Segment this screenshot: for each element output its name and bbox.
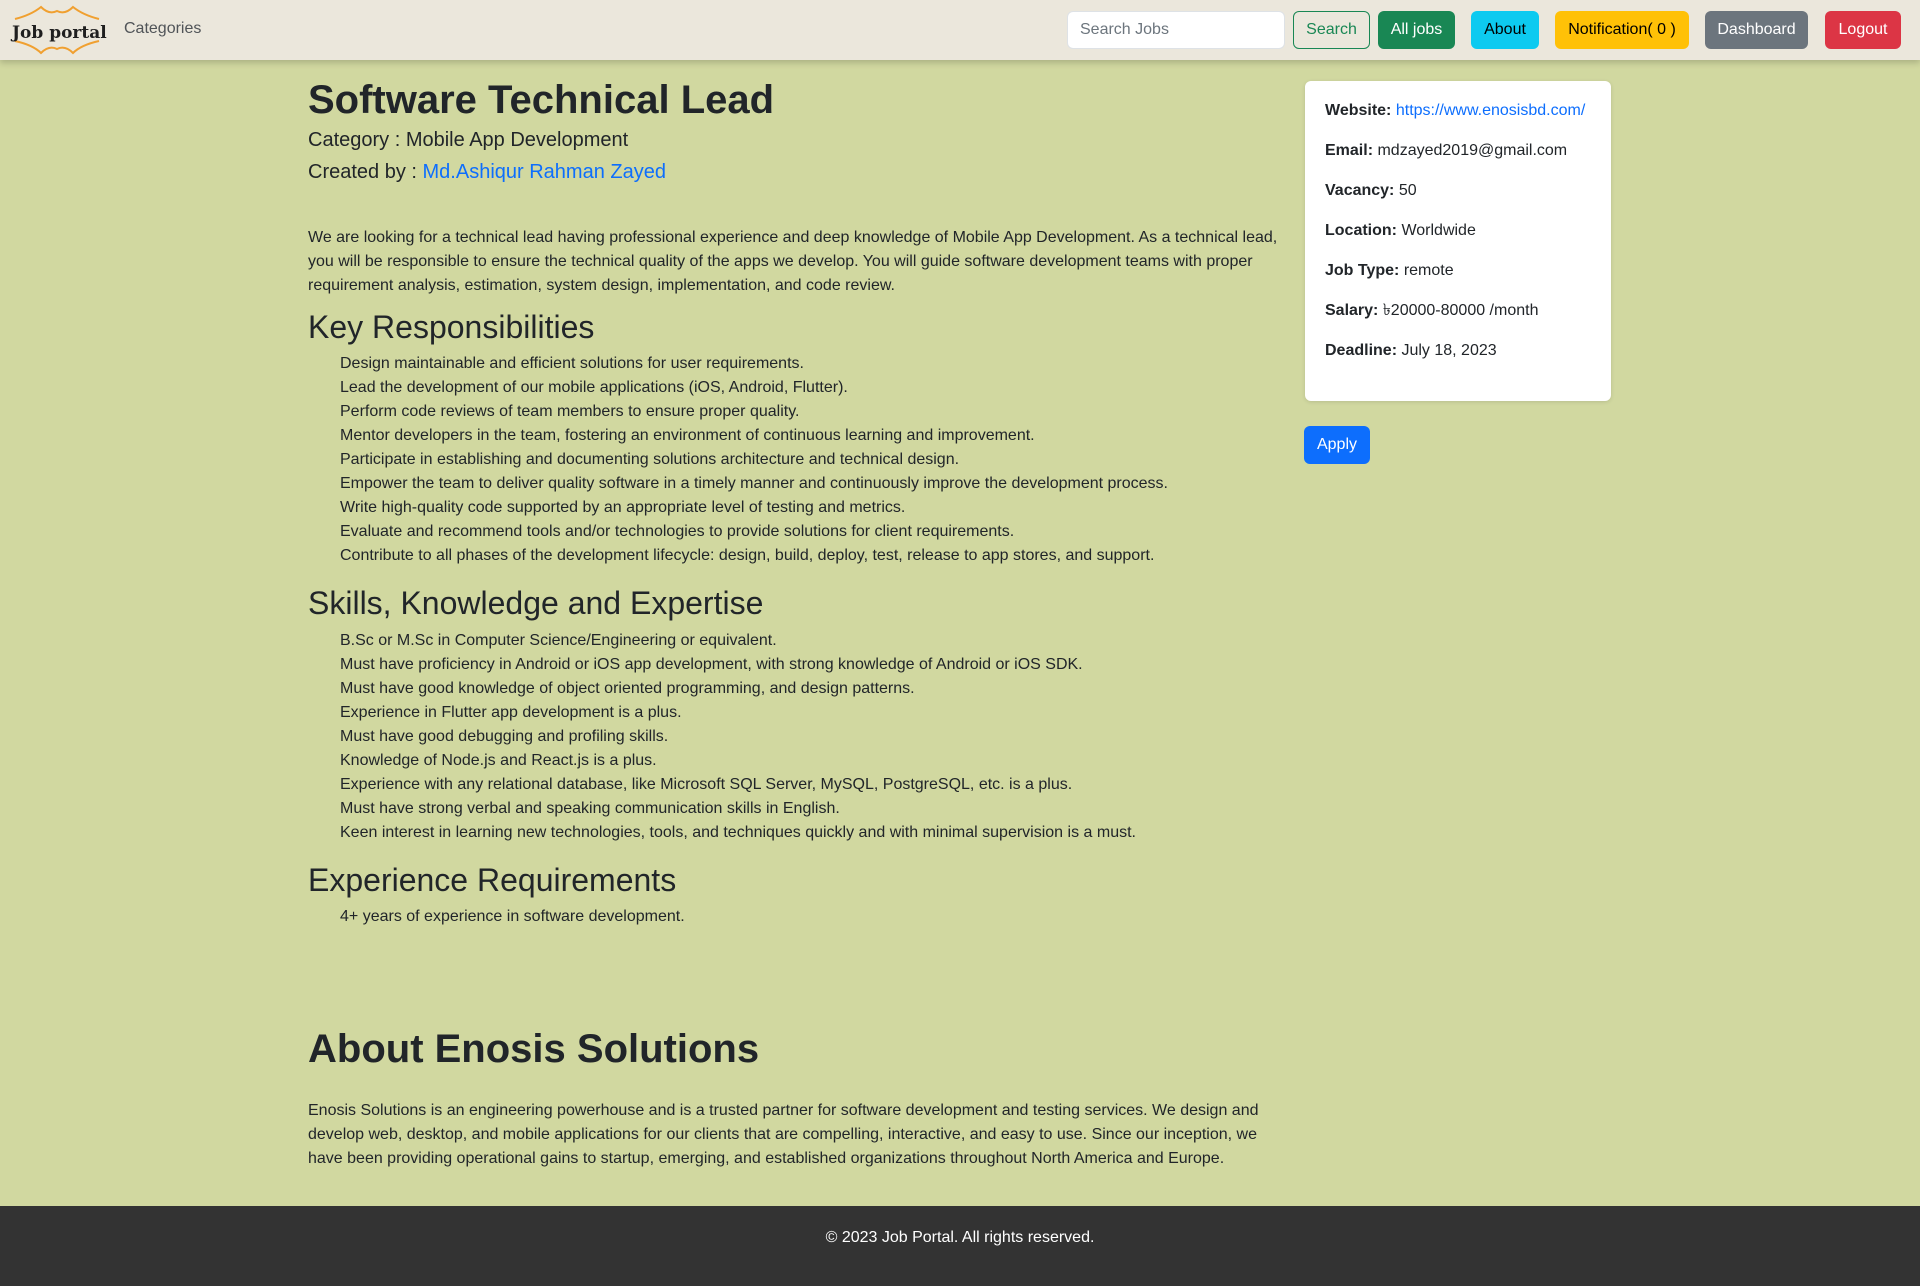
list-item: Must have proficiency in Android or iOS … <box>340 655 1083 673</box>
deadline-value: July 18, 2023 <box>1401 342 1497 359</box>
skills-list: B.Sc or M.Sc in Computer Science/Enginee… <box>308 629 1283 845</box>
list-item: Experience in Flutter app development is… <box>340 703 682 721</box>
about-company-heading: About Enosis Solutions <box>308 1027 760 1071</box>
list-item: Evaluate and recommend tools and/or tech… <box>340 523 1015 541</box>
job-type-row: Job Type: remote <box>1325 259 1591 283</box>
brand-name: Job portal <box>12 23 107 43</box>
footer: © 2023 Job Portal. All rights reserved. <box>0 1206 1920 1286</box>
list-item: Mentor developers in the team, fostering… <box>340 427 1035 445</box>
job-category: Category : Mobile App Development <box>308 124 1283 156</box>
search-button[interactable]: Search <box>1293 11 1370 49</box>
job-title: Software Technical Lead <box>308 78 775 122</box>
dashboard-button[interactable]: Dashboard <box>1705 11 1808 49</box>
list-item: B.Sc or M.Sc in Computer Science/Enginee… <box>340 631 777 649</box>
list-item: Experience with any relational database,… <box>340 775 1073 793</box>
experience-list: 4+ years of experience in software devel… <box>308 905 1283 929</box>
search-input[interactable] <box>1067 11 1285 49</box>
job-creator: Created by : Md.Ashiqur Rahman Zayed <box>308 156 1283 188</box>
email-row: Email: mdzayed2019@gmail.com <box>1325 139 1591 163</box>
category-label: Category : <box>308 129 406 151</box>
about-button[interactable]: About <box>1471 11 1539 49</box>
vacancy-value: 50 <box>1398 182 1417 199</box>
deadline-label: Deadline: <box>1325 342 1398 359</box>
responsibilities-heading: Key Responsibilities <box>308 309 595 345</box>
website-link[interactable]: https://www.enosisbd.com/ <box>1396 102 1585 119</box>
notification-button[interactable]: Notification( 0 ) <box>1555 11 1689 49</box>
website-row: Website: https://www.enosisbd.com/ <box>1325 99 1591 123</box>
list-item: Perform code reviews of team members to … <box>340 403 800 421</box>
salary-label: Salary: <box>1325 302 1379 319</box>
salary-row: Salary: ৳20000-80000 /month <box>1325 299 1591 323</box>
responsibilities-list: Design maintainable and efficient soluti… <box>308 352 1283 568</box>
experience-heading: Experience Requirements <box>308 861 677 898</box>
list-item: Must have good knowledge of object orien… <box>340 679 915 697</box>
list-item: Design maintainable and efficient soluti… <box>340 355 804 373</box>
salary-value: ৳20000-80000 /month <box>1382 302 1539 319</box>
about-company: About Enosis Solutions Enosis Solutions … <box>308 1025 1283 1171</box>
list-item: Empower the team to deliver quality soft… <box>340 475 1168 493</box>
list-item: Knowledge of Node.js and React.js is a p… <box>340 751 657 769</box>
location-label: Location: <box>1325 222 1397 239</box>
deadline-row: Deadline: July 18, 2023 <box>1325 339 1591 363</box>
vacancy-label: Vacancy: <box>1325 182 1395 199</box>
list-item: Must have good debugging and profiling s… <box>340 727 669 745</box>
list-item: Must have strong verbal and speaking com… <box>340 799 840 817</box>
list-item: 4+ years of experience in software devel… <box>340 908 685 926</box>
copyright-text: © 2023 Job Portal. All rights reserved. <box>825 1229 1095 1246</box>
logout-button[interactable]: Logout <box>1825 11 1901 49</box>
creator-link[interactable]: Md.Ashiqur Rahman Zayed <box>423 161 666 183</box>
job-info-card: Website: https://www.enosisbd.com/ Email… <box>1305 81 1611 401</box>
navbar: Job portal Categories Search All jobs Ab… <box>0 0 1920 60</box>
list-item: Lead the development of our mobile appli… <box>340 379 848 397</box>
job-type-label: Job Type: <box>1325 262 1400 279</box>
job-type-value: remote <box>1403 262 1454 279</box>
list-item: Keen interest in learning new technologi… <box>340 823 1136 841</box>
about-company-text: Enosis Solutions is an engineering power… <box>308 1102 1259 1167</box>
vacancy-row: Vacancy: 50 <box>1325 179 1591 203</box>
category-value: Mobile App Development <box>405 129 629 151</box>
job-description: We are looking for a technical lead havi… <box>308 229 1278 294</box>
brand-logo[interactable]: Job portal <box>11 5 107 55</box>
email-label: Email: <box>1325 142 1374 159</box>
all-jobs-button[interactable]: All jobs <box>1378 11 1455 49</box>
list-item: Write high-quality code supported by an … <box>340 499 906 517</box>
list-item: Participate in establishing and document… <box>340 451 960 469</box>
nav-categories-link[interactable]: Categories <box>124 20 201 38</box>
created-by-label: Created by : <box>308 161 423 183</box>
website-label: Website: <box>1325 102 1392 119</box>
list-item: Contribute to all phases of the developm… <box>340 547 1155 565</box>
job-detail: Software Technical Lead Category : Mobil… <box>308 76 1283 929</box>
email-value: mdzayed2019@gmail.com <box>1377 142 1568 159</box>
location-row: Location: Worldwide <box>1325 219 1591 243</box>
apply-button[interactable]: Apply <box>1304 426 1370 464</box>
skills-heading: Skills, Knowledge and Expertise <box>308 585 764 622</box>
location-value: Worldwide <box>1401 222 1476 239</box>
